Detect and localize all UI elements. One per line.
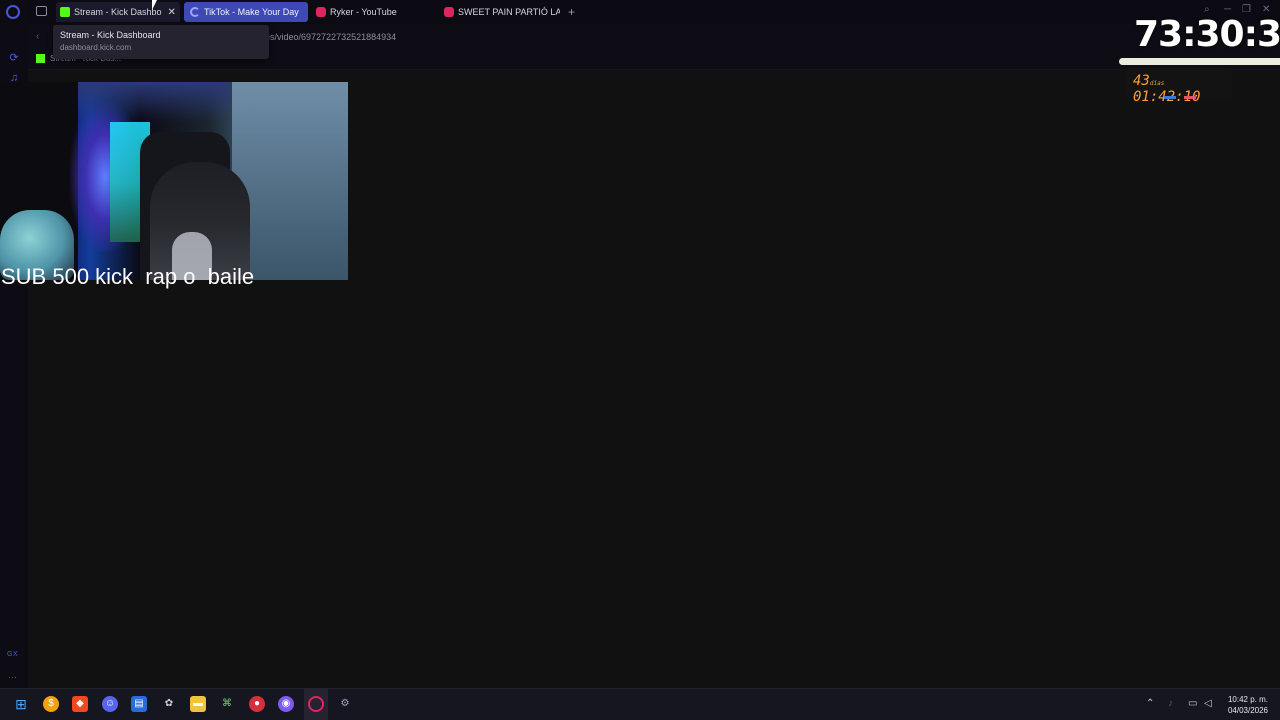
loading-spinner-icon — [190, 7, 200, 17]
kick-icon — [36, 54, 45, 63]
clock-date: 04/03/2026 — [1227, 706, 1268, 715]
uptime-days-unit: días — [1149, 80, 1165, 87]
webcam-feed — [0, 82, 348, 280]
system-clock[interactable]: 10:42 p. m. 04/03/2026 — [1228, 694, 1268, 716]
webcam-frame-top — [78, 82, 230, 122]
coin-app-icon[interactable]: $ — [43, 696, 59, 712]
tooltip-title: Stream - Kick Dashboard — [60, 30, 161, 40]
tab-label: SWEET PAIN PARTIÓ LA T — [458, 7, 560, 17]
screen: ⟳ ♫ GX ··· Stream - Kick Dashbo ✕ TikTok… — [0, 0, 1280, 720]
stream-caption: SUB 500 kick rap o baile — [1, 264, 255, 289]
tab-tooltip: Stream - Kick Dashboard dashboard.kick.c… — [53, 25, 269, 59]
uptime-text: 43días 01:42:10 — [1133, 73, 1232, 105]
tab-kick-dashboard[interactable]: Stream - Kick Dashbo ✕ — [56, 2, 180, 22]
opera-gx-logo-icon[interactable] — [6, 5, 20, 19]
game-launcher-icon[interactable]: ● — [249, 696, 265, 712]
subathon-timer: 73:30:37 — [1134, 14, 1280, 55]
url-field[interactable]: ees/video/6972722732521884934 — [260, 32, 396, 42]
streaming-app-icon[interactable]: ◉ — [278, 696, 294, 712]
tab-label: TikTok - Make Your Day — [204, 7, 299, 17]
windows-start-icon[interactable]: ⊞ — [13, 696, 29, 712]
tray-chevron-up-icon[interactable]: ⌃ — [1146, 698, 1154, 709]
workspace-icon[interactable] — [36, 6, 47, 16]
refresh-icon[interactable]: ⟳ — [8, 52, 20, 64]
store-icon[interactable]: ▤ — [131, 696, 147, 712]
youtube-icon — [444, 7, 454, 17]
indicator-blue — [1164, 96, 1176, 99]
clock-time: 10:42 p. m. — [1227, 695, 1268, 704]
mouse-cursor-icon — [152, 0, 157, 10]
tooltip-domain: dashboard.kick.com — [60, 43, 132, 52]
close-tab-icon[interactable]: ✕ — [168, 7, 176, 18]
new-tab-icon[interactable]: + — [568, 5, 575, 19]
microphone-icon[interactable]: ♪ — [1168, 698, 1173, 709]
brave-icon[interactable]: ◆ — [72, 696, 88, 712]
volume-icon[interactable]: ◁ — [1204, 698, 1212, 709]
xbox-controller-icon[interactable]: ⌘ — [219, 696, 235, 712]
tab-label: Ryker - YouTube — [330, 7, 397, 17]
uptime-days: 43 — [1133, 73, 1150, 89]
tab-youtube-sweet-pain[interactable]: SWEET PAIN PARTIÓ LA T — [444, 2, 560, 22]
uptime-counter: 43días 01:42:10 — [1126, 68, 1232, 105]
discord-icon[interactable]: ☺ — [102, 696, 118, 712]
tab-label: Stream - Kick Dashbo — [74, 7, 162, 17]
tab-youtube-ryker[interactable]: Ryker - YouTube — [316, 2, 436, 22]
windows-taskbar: ⊞ $ ◆ ☺ ▤ ✿ ▬ ⌘ ● ◉ ⚙ ⌃ ♪ ▭ ◁ 10:42 p. m… — [0, 688, 1280, 720]
tab-tiktok[interactable]: TikTok - Make Your Day — [184, 2, 308, 22]
indicator-red — [1184, 96, 1196, 99]
kick-icon — [60, 7, 70, 17]
back-icon[interactable]: ‹ — [36, 31, 39, 42]
opera-gx-taskbar-icon[interactable] — [308, 696, 324, 712]
youtube-icon — [316, 7, 326, 17]
timer-progress-bar — [1119, 58, 1280, 65]
chatgpt-icon[interactable]: ✿ — [161, 696, 177, 712]
gx-control-label[interactable]: GX — [7, 651, 18, 658]
sidebar-more-icon[interactable]: ··· — [8, 672, 17, 682]
settings-gear-icon[interactable]: ⚙ — [337, 696, 353, 712]
network-icon[interactable]: ▭ — [1188, 698, 1197, 709]
file-explorer-icon[interactable]: ▬ — [190, 696, 206, 712]
tab-strip: Stream - Kick Dashbo ✕ TikTok - Make You… — [28, 0, 1280, 24]
